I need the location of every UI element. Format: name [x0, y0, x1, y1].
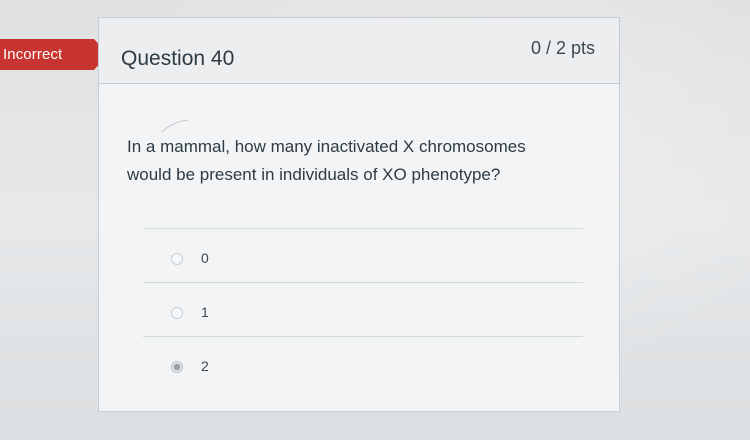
radio-button-selected[interactable] [171, 361, 183, 373]
question-text: In a mammal, how many inactivated X chro… [127, 137, 526, 184]
incorrect-label: Incorrect [3, 46, 63, 63]
incorrect-badge: Incorrect [0, 39, 108, 70]
answer-option-0[interactable]: 0 [143, 228, 583, 280]
question-title: Question 40 [121, 47, 235, 70]
radio-button[interactable] [171, 253, 183, 265]
answer-label: 2 [201, 358, 209, 374]
question-header: Question 40 0 / 2 pts [99, 18, 619, 84]
answer-label: 1 [201, 304, 209, 320]
answer-label: 0 [201, 250, 209, 266]
answer-option-1[interactable]: 1 [143, 282, 583, 334]
question-card: Question 40 0 / 2 pts In a mammal, how m… [98, 17, 620, 412]
question-points: 0 / 2 pts [530, 38, 595, 58]
stray-mark [161, 119, 189, 133]
answer-option-2[interactable]: 2 [143, 336, 583, 388]
radio-button[interactable] [171, 307, 183, 319]
